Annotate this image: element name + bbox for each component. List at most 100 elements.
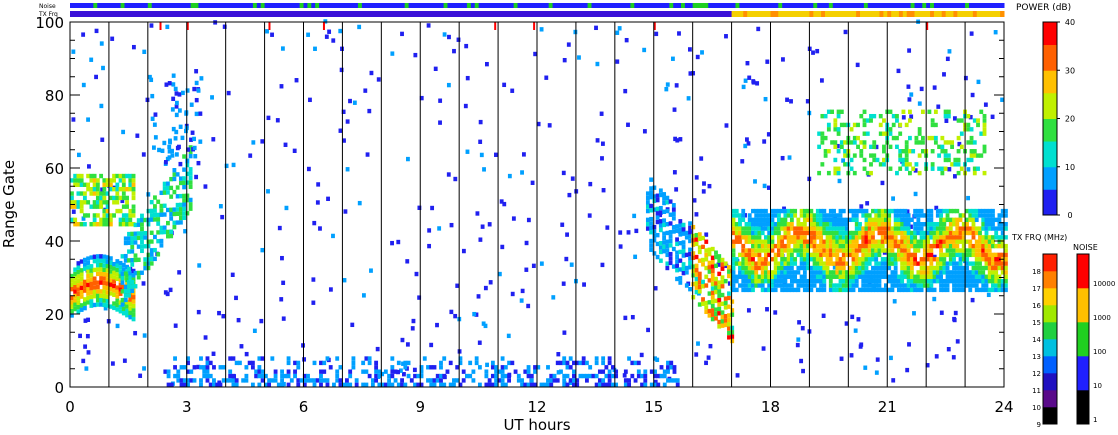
txfrq-strip-cell xyxy=(817,11,822,17)
echo-cell xyxy=(465,75,470,81)
echo-cell xyxy=(735,373,740,378)
echo-cell xyxy=(477,365,482,370)
txfrq-strip-cell xyxy=(607,11,612,17)
noise-strip-cell xyxy=(696,3,701,8)
echo-cell xyxy=(547,123,552,128)
echo-cell xyxy=(162,203,167,208)
txfrq-strip-cell xyxy=(684,11,690,17)
echo-cell xyxy=(182,176,187,181)
echo-cell xyxy=(149,261,154,266)
echo-cell xyxy=(929,261,934,266)
echo-cell xyxy=(633,378,638,383)
echo-cell xyxy=(687,47,692,52)
echo-cell xyxy=(196,309,201,315)
echo-cell xyxy=(856,317,861,322)
x-tick-label: 0 xyxy=(65,398,75,416)
echo-cell xyxy=(197,263,202,268)
txfrq-strip-cell xyxy=(178,11,184,17)
echo-cell xyxy=(1004,213,1008,218)
echo-cell xyxy=(500,244,505,250)
echo-cell xyxy=(795,342,800,348)
echo-cell xyxy=(891,196,896,201)
echo-cell xyxy=(311,300,316,305)
echo-cell xyxy=(909,265,914,271)
noise-strip-cell xyxy=(610,3,616,8)
txfrq-strip-cell xyxy=(272,11,277,17)
echo-cell xyxy=(188,184,193,189)
echo-cell xyxy=(793,213,798,218)
noise-strip-cell xyxy=(649,3,655,8)
echo-cell xyxy=(95,213,100,218)
txfrq-strip-cell xyxy=(396,11,402,17)
echo-cell xyxy=(802,274,807,279)
txfrq-strip-cell xyxy=(739,11,744,17)
power-colorbar-step xyxy=(1043,108,1057,113)
txfrq-strip-cell xyxy=(680,11,686,17)
noise-strip-cell xyxy=(747,3,752,8)
txfrq-strip-cell xyxy=(898,11,904,17)
echo-cell xyxy=(531,263,536,269)
echo-cell xyxy=(268,22,271,30)
echo-cell xyxy=(849,166,854,171)
noise-strip-cell xyxy=(155,3,161,8)
txfrq-strip-cell xyxy=(206,11,211,17)
echo-cell xyxy=(572,373,576,379)
noise-strip-cell xyxy=(322,3,328,8)
echo-cell xyxy=(893,235,898,240)
txfrq-colorbar-step xyxy=(1043,407,1057,425)
echo-cell xyxy=(623,88,628,94)
echo-cell xyxy=(260,369,265,374)
echo-cell xyxy=(252,328,257,334)
echo-cell xyxy=(175,145,180,151)
echo-cell xyxy=(601,188,606,193)
echo-cell xyxy=(594,25,598,31)
txfrq-strip-cell xyxy=(439,11,445,17)
echo-cell xyxy=(630,314,635,320)
echo-cell xyxy=(978,230,982,236)
echo-cell xyxy=(367,373,372,379)
echo-cell xyxy=(704,360,708,366)
echo-cell xyxy=(724,34,728,39)
noise-strip-cell xyxy=(513,3,519,8)
txfrq-strip-cell xyxy=(895,11,900,17)
echo-cell xyxy=(757,235,762,240)
noise-strip-cell xyxy=(537,3,542,8)
echo-cell xyxy=(983,102,988,107)
echo-cell xyxy=(169,185,174,191)
echo-cell xyxy=(854,252,859,258)
echo-cell xyxy=(681,240,686,245)
echo-cell xyxy=(572,369,576,374)
echo-cell xyxy=(244,378,249,383)
echo-cell xyxy=(789,283,794,288)
noise-strip-cell xyxy=(482,3,487,8)
txfrq-strip-cell xyxy=(591,11,596,17)
echo-cell xyxy=(92,276,97,281)
echo-cell xyxy=(785,97,789,102)
echo-cell xyxy=(952,116,957,121)
noise-strip-cell xyxy=(97,3,102,8)
echo-cell xyxy=(686,96,691,101)
echo-cell xyxy=(136,257,141,262)
echo-cell xyxy=(1004,222,1008,227)
txfrq-strip-cell xyxy=(474,11,480,17)
echo-cell xyxy=(94,74,98,80)
echo-cell xyxy=(149,199,154,205)
echo-cell xyxy=(390,382,395,387)
echo-cell xyxy=(796,337,801,342)
echo-cell xyxy=(822,283,827,288)
noise-strip-cell xyxy=(319,3,324,8)
txfrq-strip-cell xyxy=(610,11,616,17)
noise-strip-cell xyxy=(233,3,238,8)
echo-cell xyxy=(955,222,960,227)
echo-cell xyxy=(267,382,272,387)
echo-cell xyxy=(131,178,136,183)
echo-cell xyxy=(533,382,537,387)
echo-cell xyxy=(734,208,739,214)
echo-cell xyxy=(826,170,831,176)
echo-cell xyxy=(435,322,439,328)
echo-cell xyxy=(461,248,466,254)
txfrq-strip-cell xyxy=(887,11,892,17)
echo-cell xyxy=(369,70,374,76)
noise-strip-cell xyxy=(124,3,129,8)
echo-cell xyxy=(871,235,875,240)
